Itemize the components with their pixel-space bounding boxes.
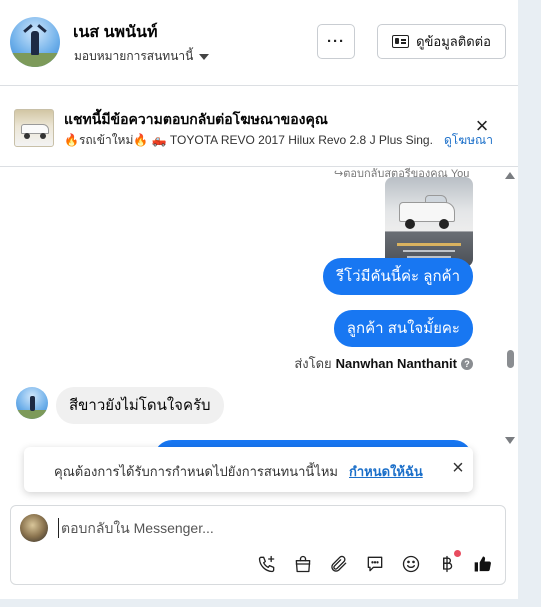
paperclip-icon[interactable]	[328, 553, 350, 575]
saved-replies-icon[interactable]	[364, 553, 386, 575]
view-contact-info-button[interactable]: ดูข้อมูลติดต่อ	[377, 24, 506, 59]
assign-prompt-text: คุณต้องการได้รับการกำหนดไปยังการสนทนานี้…	[54, 464, 338, 479]
page-background	[518, 0, 541, 607]
sent-by-prefix: ส่งโดย	[294, 356, 332, 371]
scroll-up-arrow-icon[interactable]	[505, 172, 515, 179]
close-icon[interactable]: ×	[448, 457, 468, 479]
shopping-bag-icon[interactable]	[292, 553, 314, 575]
scrollbar-thumb[interactable]	[507, 350, 514, 368]
message-image[interactable]	[385, 177, 473, 267]
view-contact-info-label: ดูข้อมูลติดต่อ	[416, 34, 491, 49]
contact-name[interactable]: เนส นพนันท์	[73, 20, 158, 45]
id-card-icon	[392, 35, 410, 48]
ad-banner-subtitle: 🔥รถเข้าใหม่🔥 🛻 TOYOTA REVO 2017 Hilux Re…	[64, 133, 434, 147]
outgoing-message[interactable]: ลูกค้า สนใจมั้ยคะ	[333, 310, 473, 347]
chevron-down-icon	[199, 54, 210, 60]
emoji-icon[interactable]	[400, 553, 422, 575]
page-background	[0, 599, 541, 607]
notification-dot	[454, 550, 461, 557]
thumbs-up-icon[interactable]	[472, 553, 494, 575]
assign-conversation-dropdown[interactable]: มอบหมายการสนทนานี้	[74, 47, 210, 66]
message-composer	[10, 505, 506, 585]
ad-thumbnail	[14, 109, 54, 147]
close-icon[interactable]: ×	[472, 115, 492, 137]
ad-banner-title: แชทนี้มีข้อความตอบกลับต่อโฆษณาของคุณ	[64, 111, 328, 127]
incoming-message[interactable]: สีขาวยังไม่โดนใจครับ	[56, 387, 224, 424]
avatar[interactable]	[10, 17, 60, 67]
assign-to-me-link[interactable]: กำหนดให้ฉัน	[349, 461, 423, 482]
assign-label: มอบหมายการสนทนานี้	[74, 49, 194, 63]
avatar[interactable]	[16, 387, 48, 419]
conversation-header: เนส นพนันท์ มอบหมายการสนทนานี้ ··· ดูข้อ…	[0, 0, 518, 86]
assign-prompt-toast: คุณต้องการได้รับการกำหนดไปยังการสนทนานี้…	[24, 447, 473, 492]
sent-by-label: ส่งโดย Nanwhan Nanthanit ?	[294, 353, 473, 374]
scroll-down-arrow-icon[interactable]	[505, 437, 515, 444]
page-avatar	[20, 514, 48, 542]
inbox-conversation-panel: เนส นพนันท์ มอบหมายการสนทนานี้ ··· ดูข้อ…	[0, 0, 518, 599]
sent-by-name: Nanwhan Nanthanit	[335, 356, 457, 371]
more-options-button[interactable]: ···	[317, 24, 355, 59]
reply-input[interactable]	[58, 518, 478, 538]
phone-add-icon[interactable]	[256, 553, 278, 575]
outgoing-message[interactable]: รีโว่มีคันนี้ค่ะ ลูกค้า	[323, 258, 473, 295]
more-icon: ···	[327, 33, 345, 50]
help-icon[interactable]: ?	[461, 357, 473, 370]
ad-reply-banner: แชทนี้มีข้อความตอบกลับต่อโฆษณาของคุณ 🔥รถ…	[0, 87, 518, 167]
